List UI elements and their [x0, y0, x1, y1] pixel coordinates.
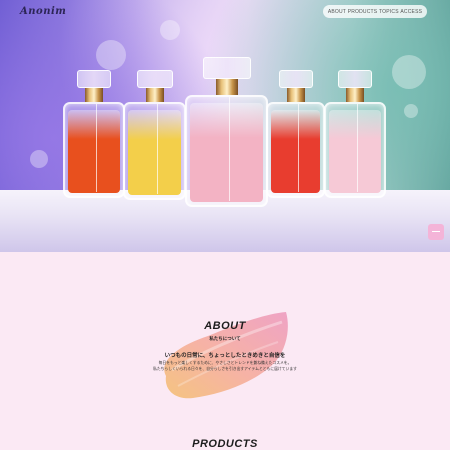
bottle-glass [266, 102, 325, 198]
bottle-glass [63, 102, 125, 198]
bottle-liquid [128, 110, 181, 195]
hero-section: Anonim ABOUT PRODUCTS TOPICS ACCESS [0, 0, 450, 252]
nav-topics[interactable]: TOPICS [379, 9, 399, 15]
bottle-tube [96, 104, 97, 192]
about-lead-text: いつもの日常に、ちょっとしたときめきと自信を [164, 353, 286, 359]
perfume-bottle [324, 70, 386, 205]
bottle-neck [215, 79, 238, 95]
about-heading: ABOUT [204, 320, 246, 332]
bottle-cap [136, 70, 173, 88]
bottle-liquid [68, 110, 120, 193]
bokeh-light [30, 150, 48, 168]
nav-products[interactable]: PRODUCTS [348, 9, 378, 15]
bottle-tube [357, 104, 358, 192]
bottle-neck [145, 88, 164, 102]
about-body: 毎日をもっと楽しくするために、やさしさとトレンドを兼ね備えたコスメを。 私たちら… [0, 360, 450, 372]
bottle-cap [202, 57, 251, 79]
bottle-liquid [271, 110, 320, 193]
about-subheading: 私たちについて [209, 337, 241, 342]
perfume-bottle [123, 70, 186, 210]
bottle-liquid [190, 103, 263, 202]
bottle-neck [286, 88, 305, 102]
bottle-glass [123, 102, 186, 200]
bottle-cap [278, 70, 313, 88]
bokeh-light [404, 104, 418, 118]
bottle-glass [185, 95, 268, 207]
bottle-cap [77, 70, 111, 88]
bottle-liquid [329, 110, 381, 193]
bottle-tube [156, 104, 158, 194]
brand-logo[interactable]: Anonim [20, 6, 66, 17]
about-body-line: 私たちらしくいられる日々を、自分らしさを引き出すアイテムとともに届けています [153, 366, 297, 371]
main-nav: ABOUT PRODUCTS TOPICS ACCESS [323, 5, 427, 18]
bokeh-light [96, 40, 126, 70]
menu-button[interactable] [428, 224, 444, 240]
bottle-neck [85, 88, 103, 102]
perfume-bottle [185, 57, 268, 217]
bottle-tube [228, 97, 230, 201]
bottle-glass [324, 102, 386, 198]
products-heading: PRODUCTS [192, 438, 258, 450]
bottle-cap [338, 70, 372, 88]
perfume-bottle [266, 70, 325, 205]
menu-icon [432, 231, 440, 232]
nav-about[interactable]: ABOUT [328, 9, 346, 15]
nav-access[interactable]: ACCESS [400, 9, 422, 15]
bokeh-light [392, 55, 426, 89]
bottle-neck [346, 88, 364, 102]
perfume-bottle [63, 70, 125, 205]
bokeh-light [160, 20, 180, 40]
bottle-tube [297, 104, 299, 192]
